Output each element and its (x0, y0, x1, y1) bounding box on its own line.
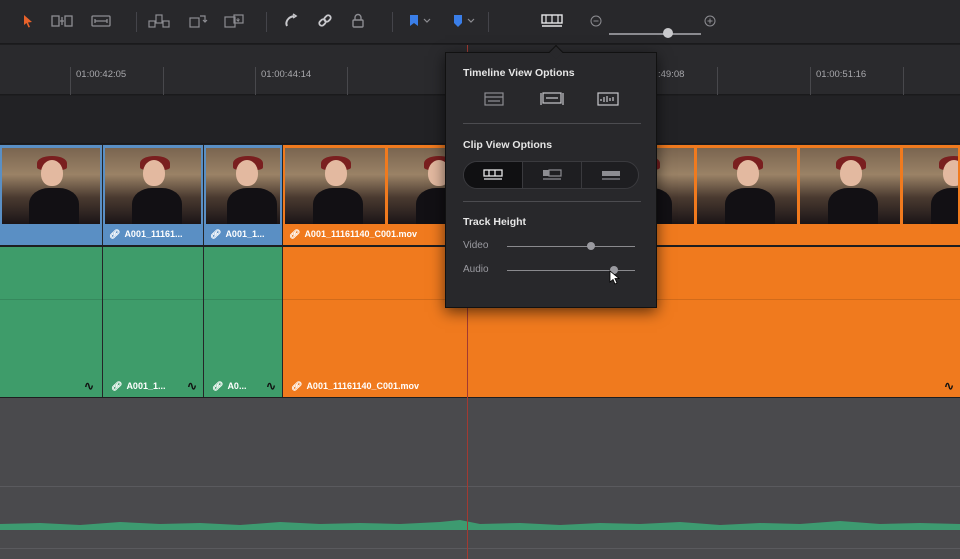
flag-dropdown-icon[interactable] (421, 10, 433, 32)
ruler-timecode: 01:00:51:16 (816, 69, 867, 80)
clip-thumbnail (206, 148, 280, 224)
ruler-tick (163, 67, 164, 95)
timeline-view-options-popup: Timeline View Options Clip View Options … (445, 44, 657, 308)
clip-thumbnails (105, 148, 201, 224)
dynamic-trim-icon[interactable] (89, 10, 113, 32)
audio-clip[interactable]: 🔗︎ A001_1... ∿ (103, 247, 203, 397)
clip-name: A001_11161... (124, 229, 183, 239)
overwrite-clip-icon[interactable] (147, 10, 171, 32)
clip-view-segmented-control (463, 161, 639, 189)
clip-thumbnail (105, 148, 201, 224)
link-icon: 🔗︎ (289, 228, 301, 239)
clip-label: 🔗︎ A001_1... (111, 379, 165, 393)
clip-name: A001_11161140_C001.mov (304, 229, 418, 239)
track-divider (0, 486, 960, 487)
ruler-tick (717, 67, 718, 95)
link-icon: 🔗︎ (291, 380, 303, 391)
ruler-timecode: 01:00:44:14 (261, 69, 312, 80)
clip-name: A001_1... (126, 381, 166, 391)
video-clip[interactable]: 🔗︎ A001_11161... (103, 145, 203, 245)
track-height-title: Track Height (463, 216, 527, 228)
trim-edit-icon[interactable] (50, 10, 74, 32)
zoom-out-icon[interactable] (584, 10, 608, 32)
clip-label: 🔗︎ A001_11161... (109, 227, 183, 241)
link-icon: 🔗︎ (210, 228, 222, 239)
toolbar-divider (136, 12, 137, 32)
fade-handle-icon[interactable]: ∿ (944, 379, 954, 393)
clip-label: 🔗︎ A001_11161140_C001.mov (289, 227, 417, 241)
clip-thumbnail (285, 148, 385, 224)
ruler-tick (810, 67, 811, 95)
link-icon: 🔗︎ (109, 228, 121, 239)
clip-label: 🔗︎ A0... (212, 379, 246, 393)
fade-handle-icon[interactable]: ∿ (84, 379, 94, 393)
ruler-tick (347, 67, 348, 95)
link-icon: 🔗︎ (111, 380, 123, 391)
clip-name: A001_11161140_C001.mov (306, 381, 420, 391)
zoom-slider-track[interactable] (609, 33, 701, 35)
linked-selection-icon[interactable] (313, 10, 337, 32)
audio-waveforms-icon[interactable] (596, 91, 620, 107)
audio-track-2 (0, 398, 960, 559)
clip-thumbnail (903, 148, 958, 224)
position-lock-icon[interactable] (346, 10, 370, 32)
zoom-slider-handle[interactable] (663, 28, 673, 38)
clip-thumbnails (206, 148, 280, 224)
popup-divider (463, 123, 641, 124)
video-height-label: Video (463, 240, 489, 251)
video-clip[interactable] (0, 145, 102, 245)
timeline-toolbar (0, 0, 960, 44)
fade-handle-icon[interactable]: ∿ (187, 379, 197, 393)
clip-label: 🔗︎ A001_1... (210, 227, 264, 241)
video-height-slider[interactable] (507, 246, 635, 247)
clip-name: A001_1... (225, 229, 265, 239)
link-icon: 🔗︎ (212, 380, 224, 391)
clip-thumbnail (2, 148, 100, 224)
subtitle-tracks-icon[interactable] (540, 91, 564, 107)
filmstrip-view-icon (483, 169, 503, 180)
simple-view-icon (602, 171, 620, 180)
toolbar-divider (266, 12, 267, 32)
fade-handle-icon[interactable]: ∿ (266, 379, 276, 393)
clip-thumbnail (697, 148, 797, 224)
thumbnail-view-icon (543, 169, 562, 180)
video-height-handle[interactable] (587, 242, 595, 250)
selection-arrow-icon[interactable] (16, 10, 40, 32)
clip-view-options-title: Clip View Options (463, 139, 553, 151)
snapping-icon[interactable] (279, 10, 303, 32)
stacked-timelines-icon[interactable] (482, 91, 506, 107)
ruler-timecode: 01:00:42:05 (76, 69, 127, 80)
simple-view-button[interactable] (582, 162, 638, 188)
zoom-in-icon[interactable] (698, 10, 722, 32)
popup-divider (463, 201, 641, 202)
ruler-timecode: :49:08 (658, 69, 685, 80)
toolbar-divider (392, 12, 393, 32)
track-divider (0, 548, 960, 549)
timeline-view-options-title: Timeline View Options (463, 67, 575, 79)
video-clip[interactable]: 🔗︎ A001_1... (204, 145, 282, 245)
thumbnail-view-button[interactable] (523, 162, 581, 188)
filmstrip-view-button[interactable] (464, 162, 522, 188)
audio-height-label: Audio (463, 264, 489, 275)
audio-clip[interactable]: ∿ (0, 247, 102, 397)
clip-thumbnail (800, 148, 900, 224)
ruler-tick (255, 67, 256, 95)
audio-clip[interactable]: 🔗︎ A0... ∿ (204, 247, 282, 397)
audio-waveform (0, 520, 960, 530)
marker-dropdown-icon[interactable] (465, 10, 477, 32)
clip-name: A0... (227, 381, 247, 391)
ruler-tick (70, 67, 71, 95)
mouse-cursor-icon (609, 270, 621, 285)
ruler-tick (903, 67, 904, 95)
toolbar-divider (488, 12, 489, 32)
insert-clip-icon[interactable] (222, 10, 246, 32)
clip-thumbnails (2, 148, 100, 224)
timeline-view-options-icon[interactable] (540, 10, 564, 32)
clip-label: 🔗︎ A001_11161140_C001.mov (291, 379, 419, 393)
replace-clip-icon[interactable] (186, 10, 210, 32)
